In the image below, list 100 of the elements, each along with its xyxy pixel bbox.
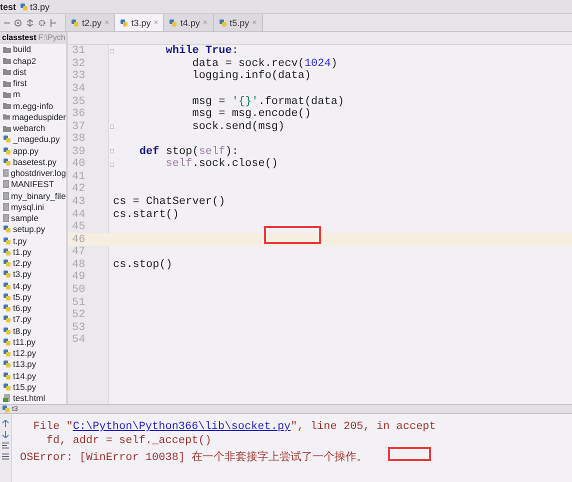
- file-item[interactable]: t.py: [0, 235, 66, 246]
- highlight-rectangle: [264, 226, 321, 244]
- line-number: 32: [71, 58, 86, 70]
- file-item[interactable]: t13.py: [0, 358, 66, 370]
- file-item[interactable]: chap2: [0, 55, 66, 66]
- console-line: OSError: [WinError 10038] 在一个非套接字上尝试了一个操作。: [20, 450, 368, 463]
- line-number: 44: [71, 208, 86, 221]
- fold-icon[interactable]: [110, 48, 114, 55]
- code-line: msg = msg.encode(): [191, 108, 312, 120]
- file-item[interactable]: ghostdriver.log: [0, 168, 66, 179]
- python-file-icon: [218, 18, 227, 26]
- console-line: File "C:\Python\Python366\lib\socket.py", line 205, in accept: [32, 421, 436, 435]
- line-number: 38: [71, 133, 86, 146]
- code-line: self.sock.close(): [164, 158, 278, 170]
- file-item[interactable]: t6.py: [0, 302, 66, 314]
- line-number: 41: [71, 170, 86, 183]
- editor-tab[interactable]: t4.py ×: [164, 14, 214, 31]
- file-icon: [3, 192, 9, 200]
- line-number: 42: [71, 183, 86, 196]
- line-number: 48: [71, 258, 86, 271]
- breadcrumb-item[interactable]: test: [0, 2, 16, 12]
- line-number: 37: [71, 120, 86, 133]
- file-icon: [3, 180, 9, 188]
- file-icon: [3, 202, 9, 211]
- settings-icon[interactable]: [38, 18, 46, 26]
- file-item[interactable]: webarch: [0, 122, 66, 134]
- file-item[interactable]: t11.py: [0, 336, 66, 348]
- line-number: 52: [71, 309, 86, 322]
- code-line: sock.send(msg): [191, 120, 285, 133]
- file-item[interactable]: app.py: [0, 145, 66, 156]
- file-item[interactable]: setup.py: [0, 224, 66, 236]
- line-number: 35: [71, 96, 86, 108]
- split-icon[interactable]: [26, 18, 34, 26]
- file-item[interactable]: t8.py: [0, 325, 66, 336]
- breadcrumb-item[interactable]: t3.py: [20, 2, 50, 12]
- file-item[interactable]: mageduspider: [0, 111, 66, 123]
- up-arrow-icon[interactable]: [2, 420, 9, 427]
- code-line: msg = '{}'.format(data): [191, 96, 344, 108]
- code-line: logging.info(data): [191, 70, 312, 82]
- highlight-rectangle: [388, 447, 431, 461]
- project-path: F:\Pych: [38, 33, 66, 42]
- editor-tab[interactable]: t3.py ×: [115, 14, 164, 31]
- target-icon[interactable]: [14, 18, 22, 26]
- project-name[interactable]: classtest: [2, 33, 36, 42]
- file-item[interactable]: dist: [0, 66, 66, 78]
- code-line: data = sock.recv(1024): [191, 58, 338, 70]
- file-item[interactable]: t12.py: [0, 348, 66, 359]
- python-file-icon: [71, 18, 79, 26]
- line-number: 33: [71, 70, 86, 82]
- python-file-icon: [20, 2, 28, 10]
- code-line: def stop(self):: [138, 146, 238, 158]
- file-item[interactable]: _magedu.py: [0, 134, 66, 146]
- file-item[interactable]: t1.py: [0, 246, 66, 258]
- wrap-icon[interactable]: [2, 442, 9, 449]
- line-number: 54: [71, 334, 86, 346]
- file-item[interactable]: t7.py: [0, 314, 66, 326]
- code-line: while True:: [164, 45, 238, 58]
- python-file-icon: [120, 18, 128, 26]
- file-icon: [3, 169, 9, 178]
- code-line: cs.stop(): [113, 258, 172, 271]
- html-file-icon: [3, 394, 11, 402]
- file-item[interactable]: m: [0, 88, 66, 100]
- scroll-end-icon[interactable]: [2, 453, 9, 460]
- file-item[interactable]: t5.py: [0, 291, 66, 303]
- file-item[interactable]: sample: [0, 212, 66, 224]
- down-arrow-icon[interactable]: [2, 431, 9, 438]
- python-file-icon: [169, 18, 178, 26]
- file-item[interactable]: mysql.ini: [0, 201, 66, 213]
- line-number: 51: [71, 296, 86, 309]
- fold-icon[interactable]: [110, 123, 114, 130]
- line-number: 47: [71, 246, 86, 258]
- line-number: 45: [71, 221, 86, 234]
- file-item[interactable]: t14.py: [0, 370, 66, 382]
- line-number: 50: [71, 284, 86, 296]
- file-item[interactable]: basetest.py: [0, 156, 66, 168]
- console-line: fd, addr = self._accept(): [45, 435, 212, 449]
- line-number: 39: [71, 146, 86, 158]
- file-item[interactable]: t3.py: [0, 268, 66, 280]
- line-number: 34: [71, 82, 86, 95]
- file-item[interactable]: MANIFEST: [0, 178, 66, 190]
- file-item[interactable]: test.html: [0, 392, 66, 404]
- file-item[interactable]: m.egg-info: [0, 100, 66, 112]
- file-item[interactable]: my_binary_file: [0, 190, 66, 202]
- file-item[interactable]: build: [0, 44, 66, 56]
- line-number: 53: [71, 322, 86, 334]
- line-number: 49: [71, 271, 86, 284]
- file-item[interactable]: first: [0, 78, 66, 89]
- python-file-icon: [2, 405, 10, 413]
- file-item[interactable]: t2.py: [0, 258, 66, 269]
- file-icon: [3, 214, 9, 222]
- editor-tab[interactable]: t2.py ×: [66, 14, 116, 31]
- collapse-icon[interactable]: [4, 20, 10, 26]
- line-number: 43: [71, 196, 86, 208]
- line-number: 40: [71, 158, 86, 170]
- line-number: 31: [71, 45, 86, 58]
- file-item[interactable]: t4.py: [0, 280, 66, 292]
- line-number: 36: [71, 108, 86, 120]
- code-line: cs.start(): [113, 208, 180, 221]
- editor-tab[interactable]: t5.py ×: [214, 14, 263, 31]
- file-item[interactable]: t15.py: [0, 381, 66, 393]
